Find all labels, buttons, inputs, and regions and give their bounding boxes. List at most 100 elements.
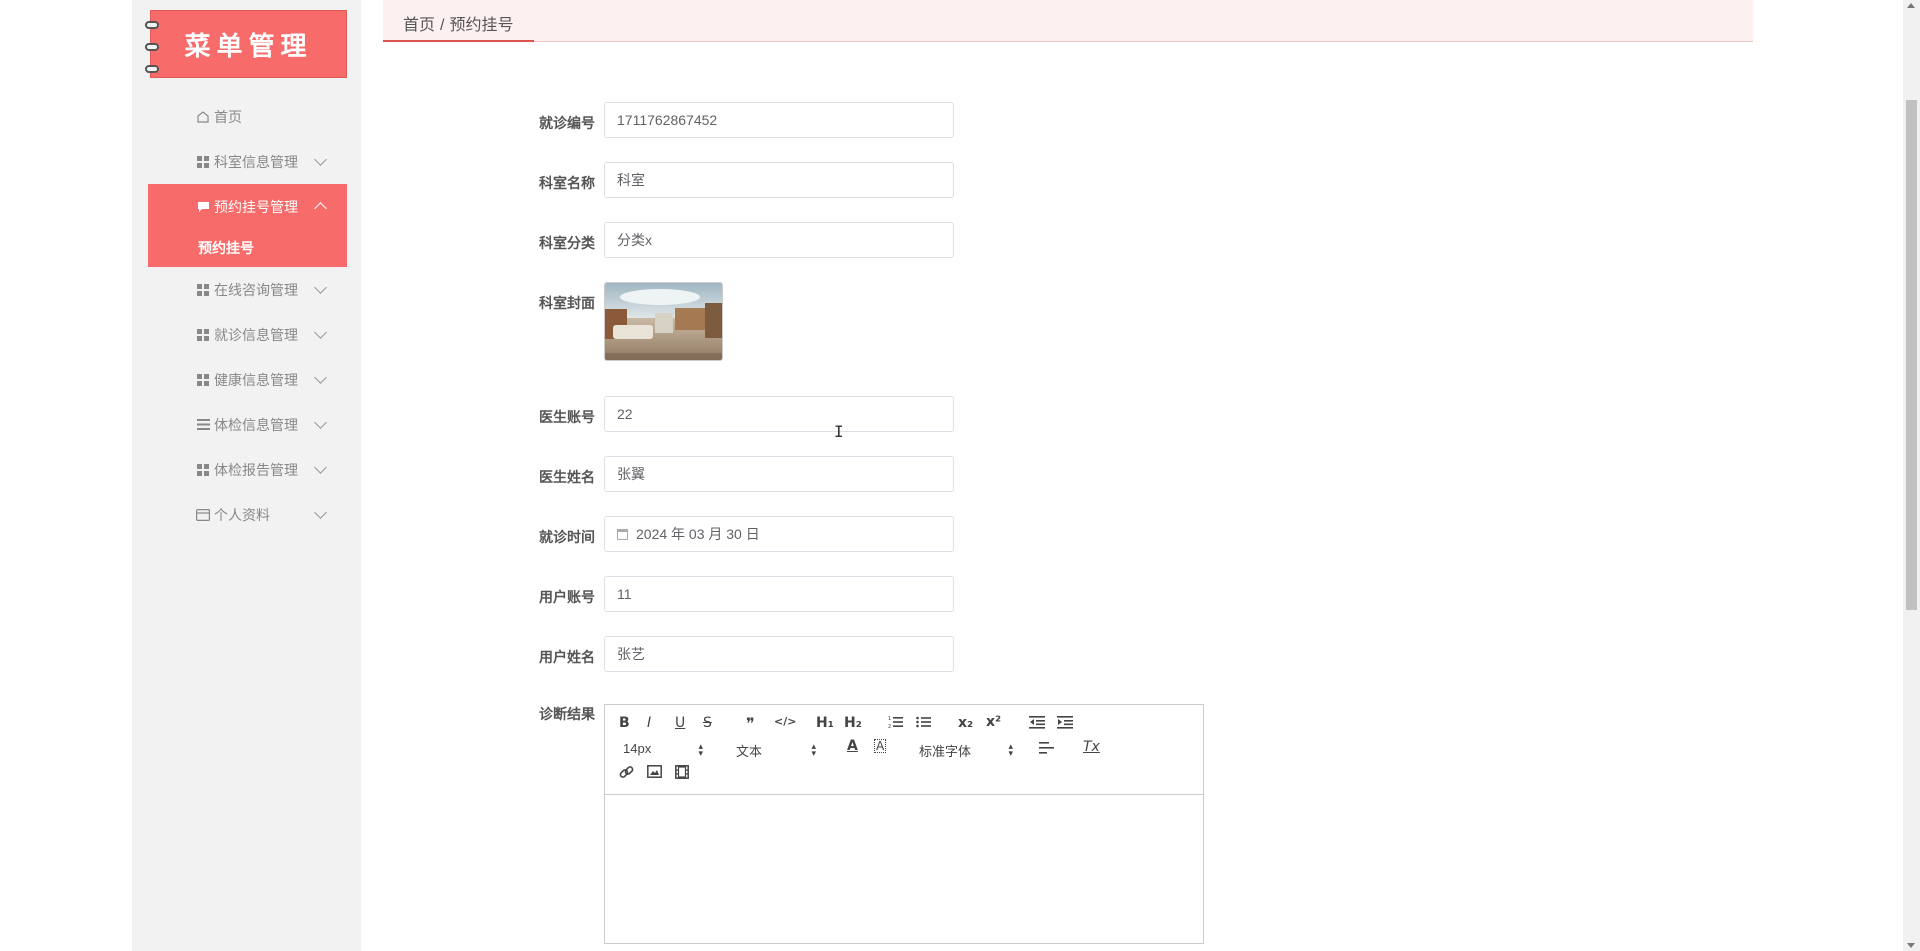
dept-cover-label: 科室封面 bbox=[539, 295, 595, 311]
home-icon bbox=[196, 110, 210, 124]
doctor-name-label: 医生姓名 bbox=[539, 469, 595, 485]
chevron-down-icon bbox=[314, 326, 327, 339]
sidebar-item-consultation[interactable]: 在线咨询管理 bbox=[148, 267, 347, 312]
form-row-visit-no: 就诊编号 1711762867452 bbox=[520, 102, 954, 138]
sidebar-item-checkup-report[interactable]: 体检报告管理 bbox=[148, 447, 347, 492]
sidebar-item-label: 科室信息管理 bbox=[214, 153, 298, 170]
sidebar: 菜单管理 首页 科室信息管理 预约挂号管理 预约挂号 在线咨询管理 就诊信息管理… bbox=[132, 0, 361, 951]
grid-icon bbox=[196, 463, 210, 477]
form-row-user-name: 用户姓名 张艺 bbox=[520, 636, 954, 672]
select-arrows-icon: ▴ ▾ bbox=[698, 741, 703, 758]
grid-icon bbox=[196, 328, 210, 342]
sidebar-item-label: 个人资料 bbox=[214, 506, 270, 523]
user-name-field[interactable]: 张艺 bbox=[604, 636, 954, 672]
indent-icon[interactable] bbox=[1057, 715, 1073, 733]
header-type-value: 文本 bbox=[736, 744, 763, 759]
dept-name-field[interactable]: 科室 bbox=[604, 162, 954, 198]
breadcrumb: 首页 / 预约挂号 bbox=[403, 11, 513, 35]
text-color-button[interactable]: A bbox=[847, 738, 858, 754]
quote-button[interactable]: ❞ bbox=[746, 714, 755, 733]
text-cursor-icon: I bbox=[834, 422, 844, 441]
strike-button[interactable]: S bbox=[703, 715, 712, 731]
scroll-up-arrow-icon[interactable] bbox=[1907, 3, 1915, 8]
code-block-button[interactable]: </> bbox=[774, 715, 796, 728]
chevron-down-icon bbox=[314, 153, 327, 166]
clear-format-button[interactable]: Tx bbox=[1083, 739, 1100, 755]
dept-category-label: 科室分类 bbox=[539, 235, 595, 251]
bullet-list-icon[interactable] bbox=[916, 715, 931, 733]
calendar-icon bbox=[617, 528, 628, 540]
doctor-account-field[interactable]: 22 bbox=[604, 396, 954, 432]
doctor-name-field[interactable]: 张翼 bbox=[604, 456, 954, 492]
image-icon[interactable] bbox=[647, 765, 662, 782]
sidebar-menu: 首页 科室信息管理 预约挂号管理 预约挂号 在线咨询管理 就诊信息管理 健康信息… bbox=[148, 94, 347, 537]
svg-text:1: 1 bbox=[888, 716, 891, 722]
header-1-button[interactable]: H₁ bbox=[816, 715, 834, 731]
chevron-down-icon bbox=[314, 281, 327, 294]
video-icon[interactable] bbox=[675, 765, 689, 783]
grid-icon bbox=[196, 283, 210, 297]
visit-time-label: 就诊时间 bbox=[539, 529, 595, 545]
outdent-icon[interactable] bbox=[1029, 715, 1045, 733]
sidebar-item-department-info[interactable]: 科室信息管理 bbox=[148, 139, 347, 184]
diagnosis-label: 诊断结果 bbox=[539, 706, 595, 722]
sidebar-item-label: 体检报告管理 bbox=[214, 461, 298, 478]
breadcrumb-bar: 首页 / 预约挂号 bbox=[383, 0, 1753, 42]
select-arrows-icon: ▴ ▾ bbox=[811, 741, 816, 758]
select-arrows-icon: ▴ ▾ bbox=[1008, 741, 1013, 758]
font-size-select[interactable]: 14px ▴ ▾ bbox=[623, 741, 703, 758]
form-row-diagnosis: 诊断结果 B I U S ❞ </> H₁ H₂ 12 x₂ x² 14px ▴… bbox=[520, 704, 1204, 944]
sidebar-item-health-info[interactable]: 健康信息管理 bbox=[148, 357, 347, 402]
grid-icon bbox=[196, 155, 210, 169]
background-color-button[interactable]: A bbox=[874, 739, 887, 753]
bold-button[interactable]: B bbox=[619, 715, 630, 731]
sidebar-item-profile[interactable]: 个人资料 bbox=[148, 492, 347, 537]
breadcrumb-separator: / bbox=[440, 17, 445, 34]
sidebar-item-home[interactable]: 首页 bbox=[148, 94, 347, 139]
header-type-select[interactable]: 文本 ▴ ▾ bbox=[736, 741, 816, 760]
doctor-account-label: 医生账号 bbox=[539, 409, 595, 425]
form-row-dept-category: 科室分类 分类x bbox=[520, 222, 954, 258]
notebook-rings-icon bbox=[145, 15, 159, 75]
align-left-icon[interactable] bbox=[1039, 742, 1054, 758]
sidebar-item-label: 体检信息管理 bbox=[214, 416, 298, 433]
link-icon[interactable] bbox=[619, 765, 634, 784]
underline-button[interactable]: U bbox=[675, 715, 685, 731]
sidebar-item-visit-info[interactable]: 就诊信息管理 bbox=[148, 312, 347, 357]
scroll-down-arrow-icon[interactable] bbox=[1907, 943, 1915, 948]
font-family-select[interactable]: 标准字体 ▴ ▾ bbox=[919, 741, 1013, 760]
user-account-field[interactable]: 11 bbox=[604, 576, 954, 612]
user-name-label: 用户姓名 bbox=[539, 649, 595, 665]
sidebar-item-label: 健康信息管理 bbox=[214, 371, 298, 388]
user-account-label: 用户账号 bbox=[539, 589, 595, 605]
visit-no-field[interactable]: 1711762867452 bbox=[604, 102, 954, 138]
chevron-down-icon bbox=[314, 461, 327, 474]
chat-icon bbox=[196, 200, 210, 214]
chevron-down-icon bbox=[314, 506, 327, 519]
sidebar-item-appointment[interactable]: 预约挂号管理 bbox=[148, 184, 347, 229]
list-icon bbox=[196, 418, 210, 432]
visit-time-picker[interactable]: 2024 年 03 月 30 日 bbox=[604, 516, 954, 552]
italic-button[interactable]: I bbox=[647, 715, 651, 731]
page: 菜单管理 首页 科室信息管理 预约挂号管理 预约挂号 在线咨询管理 就诊信息管理… bbox=[0, 0, 1920, 951]
form-row-dept-cover: 科室封面 bbox=[520, 282, 723, 361]
breadcrumb-home[interactable]: 首页 bbox=[403, 17, 435, 34]
subscript-button[interactable]: x₂ bbox=[958, 715, 973, 731]
dept-category-field[interactable]: 分类x bbox=[604, 222, 954, 258]
chevron-down-icon bbox=[314, 371, 327, 384]
editor-content-area[interactable] bbox=[605, 795, 1203, 943]
sidebar-item-label: 预约挂号管理 bbox=[214, 198, 298, 215]
visit-time-value: 2024 年 03 月 30 日 bbox=[636, 526, 760, 542]
superscript-button[interactable]: x² bbox=[986, 714, 1001, 730]
page-scrollbar[interactable] bbox=[1903, 0, 1920, 951]
dept-cover-image[interactable] bbox=[604, 282, 723, 361]
header-2-button[interactable]: H₂ bbox=[844, 715, 862, 731]
sidebar-subitem-appointment[interactable]: 预约挂号 bbox=[148, 229, 347, 267]
dept-name-label: 科室名称 bbox=[539, 175, 595, 191]
font-family-value: 标准字体 bbox=[919, 744, 972, 759]
sidebar-item-checkup-info[interactable]: 体检信息管理 bbox=[148, 402, 347, 447]
card-icon bbox=[196, 508, 210, 522]
scrollbar-thumb[interactable] bbox=[1906, 100, 1917, 610]
form-row-user-account: 用户账号 11 bbox=[520, 576, 954, 612]
ordered-list-icon[interactable]: 12 bbox=[888, 715, 903, 733]
